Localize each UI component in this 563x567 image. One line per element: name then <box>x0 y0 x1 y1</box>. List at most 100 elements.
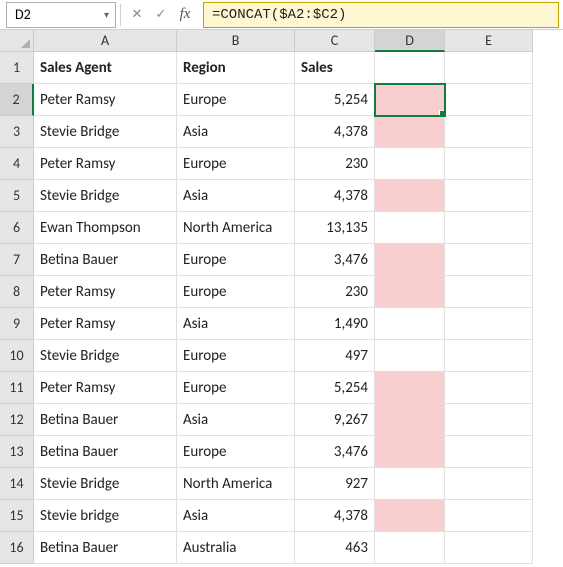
name-box[interactable]: D2 ▾ <box>6 2 116 28</box>
row-header-4[interactable]: 4 <box>0 148 34 180</box>
cancel-formula-button[interactable]: ✕ <box>125 3 149 27</box>
cell-C10[interactable]: 497 <box>295 340 375 372</box>
cell-E6[interactable] <box>445 212 533 244</box>
cell-B13[interactable]: Europe <box>177 436 295 468</box>
row-header-15[interactable]: 15 <box>0 500 34 532</box>
cell-B11[interactable]: Europe <box>177 372 295 404</box>
cell-D7[interactable] <box>375 244 445 276</box>
cell-A12[interactable]: Betina Bauer <box>34 404 177 436</box>
row-header-3[interactable]: 3 <box>0 116 34 148</box>
cell-D2[interactable] <box>375 84 445 116</box>
cell-B16[interactable]: Australia <box>177 532 295 564</box>
cell-C12[interactable]: 9,267 <box>295 404 375 436</box>
row-header-6[interactable]: 6 <box>0 212 34 244</box>
row-header-14[interactable]: 14 <box>0 468 34 500</box>
cell-C2[interactable]: 5,254 <box>295 84 375 116</box>
cell-A9[interactable]: Peter Ramsy <box>34 308 177 340</box>
confirm-formula-button[interactable]: ✓ <box>149 3 173 27</box>
cell-C1[interactable]: Sales <box>295 52 375 84</box>
cell-B1[interactable]: Region <box>177 52 295 84</box>
cell-B3[interactable]: Asia <box>177 116 295 148</box>
cell-D3[interactable] <box>375 116 445 148</box>
cell-E16[interactable] <box>445 532 533 564</box>
cell-A2[interactable]: Peter Ramsy <box>34 84 177 116</box>
cell-A11[interactable]: Peter Ramsy <box>34 372 177 404</box>
cell-A5[interactable]: Stevie Bridge <box>34 180 177 212</box>
cell-E15[interactable] <box>445 500 533 532</box>
cell-D12[interactable] <box>375 404 445 436</box>
cell-D15[interactable] <box>375 500 445 532</box>
cell-E7[interactable] <box>445 244 533 276</box>
cell-C4[interactable]: 230 <box>295 148 375 180</box>
cell-E1[interactable] <box>445 52 533 84</box>
column-header-e[interactable]: E <box>445 30 533 52</box>
cell-B12[interactable]: Asia <box>177 404 295 436</box>
cell-E4[interactable] <box>445 148 533 180</box>
cell-D14[interactable] <box>375 468 445 500</box>
cell-B10[interactable]: Europe <box>177 340 295 372</box>
cell-D6[interactable] <box>375 212 445 244</box>
cell-A7[interactable]: Betina Bauer <box>34 244 177 276</box>
cell-C13[interactable]: 3,476 <box>295 436 375 468</box>
insert-function-button[interactable]: fx <box>173 3 197 27</box>
cell-D5[interactable] <box>375 180 445 212</box>
cell-C3[interactable]: 4,378 <box>295 116 375 148</box>
cell-C6[interactable]: 13,135 <box>295 212 375 244</box>
row-header-16[interactable]: 16 <box>0 532 34 564</box>
cell-E12[interactable] <box>445 404 533 436</box>
cell-E14[interactable] <box>445 468 533 500</box>
column-header-b[interactable]: B <box>177 30 295 52</box>
cell-D8[interactable] <box>375 276 445 308</box>
cell-A15[interactable]: Stevie bridge <box>34 500 177 532</box>
column-header-a[interactable]: A <box>34 30 177 52</box>
cell-B7[interactable]: Europe <box>177 244 295 276</box>
row-header-7[interactable]: 7 <box>0 244 34 276</box>
cell-E10[interactable] <box>445 340 533 372</box>
cell-C9[interactable]: 1,490 <box>295 308 375 340</box>
cell-A6[interactable]: Ewan Thompson <box>34 212 177 244</box>
cell-D11[interactable] <box>375 372 445 404</box>
cell-C11[interactable]: 5,254 <box>295 372 375 404</box>
cell-A8[interactable]: Peter Ramsy <box>34 276 177 308</box>
cell-C16[interactable]: 463 <box>295 532 375 564</box>
column-header-c[interactable]: C <box>295 30 375 52</box>
cell-D9[interactable] <box>375 308 445 340</box>
cell-C7[interactable]: 3,476 <box>295 244 375 276</box>
cell-E13[interactable] <box>445 436 533 468</box>
cell-A4[interactable]: Peter Ramsy <box>34 148 177 180</box>
cell-C5[interactable]: 4,378 <box>295 180 375 212</box>
cell-A13[interactable]: Betina Bauer <box>34 436 177 468</box>
cell-E11[interactable] <box>445 372 533 404</box>
cell-E8[interactable] <box>445 276 533 308</box>
row-header-11[interactable]: 11 <box>0 372 34 404</box>
cell-B6[interactable]: North America <box>177 212 295 244</box>
cell-D16[interactable] <box>375 532 445 564</box>
cell-B4[interactable]: Europe <box>177 148 295 180</box>
cell-A14[interactable]: Stevie Bridge <box>34 468 177 500</box>
cell-B15[interactable]: Asia <box>177 500 295 532</box>
cell-A3[interactable]: Stevie Bridge <box>34 116 177 148</box>
cell-E5[interactable] <box>445 180 533 212</box>
cell-A10[interactable]: Stevie Bridge <box>34 340 177 372</box>
cell-B8[interactable]: Europe <box>177 276 295 308</box>
cell-D4[interactable] <box>375 148 445 180</box>
row-header-2[interactable]: 2 <box>0 84 34 116</box>
formula-input[interactable]: =CONCAT($A2:$C2) <box>203 2 559 28</box>
row-header-9[interactable]: 9 <box>0 308 34 340</box>
cell-E9[interactable] <box>445 308 533 340</box>
row-header-5[interactable]: 5 <box>0 180 34 212</box>
column-header-d[interactable]: D <box>375 30 445 52</box>
cell-A1[interactable]: Sales Agent <box>34 52 177 84</box>
row-header-10[interactable]: 10 <box>0 340 34 372</box>
row-header-8[interactable]: 8 <box>0 276 34 308</box>
cell-B5[interactable]: Asia <box>177 180 295 212</box>
cell-D1[interactable] <box>375 52 445 84</box>
cell-B9[interactable]: Asia <box>177 308 295 340</box>
cell-A16[interactable]: Betina Bauer <box>34 532 177 564</box>
cell-C15[interactable]: 4,378 <box>295 500 375 532</box>
cell-D10[interactable] <box>375 340 445 372</box>
cell-E3[interactable] <box>445 116 533 148</box>
cell-B14[interactable]: North America <box>177 468 295 500</box>
row-header-1[interactable]: 1 <box>0 52 34 84</box>
cell-D13[interactable] <box>375 436 445 468</box>
